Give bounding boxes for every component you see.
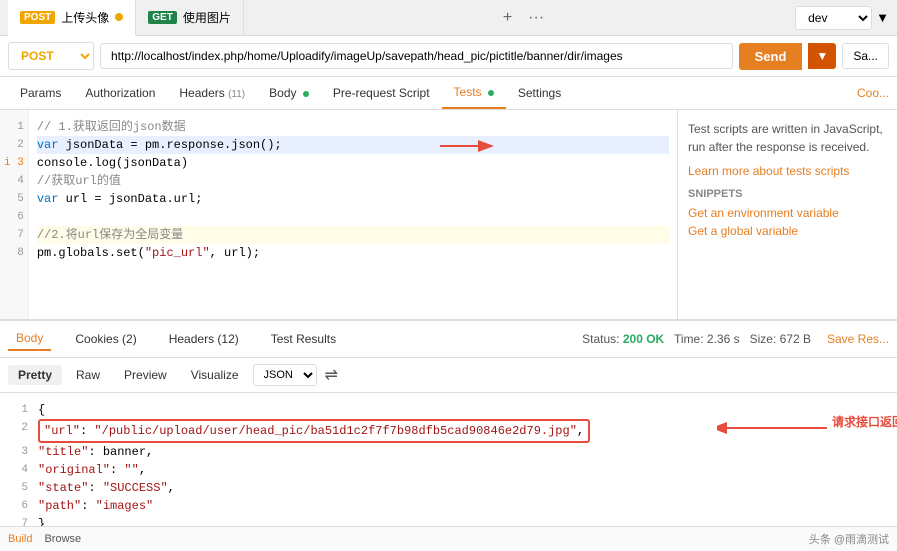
json-content-wrapper: 1{ 2 "url": "/public/upload/user/head_pi… bbox=[0, 393, 897, 538]
line-num-5: 5 bbox=[4, 190, 24, 208]
watermark: 头条 @雨滴测试 bbox=[809, 531, 889, 547]
main-content: 1 2 i 3 4 5 6 7 8 // 1.获取返回的json数据 var j… bbox=[0, 110, 897, 320]
line-num-2: 2 bbox=[4, 136, 24, 154]
save-button[interactable]: Sa... bbox=[842, 43, 889, 69]
code-line-4: //获取url的值 bbox=[37, 172, 669, 190]
response-size: 672 B bbox=[780, 332, 811, 346]
line-num-6: 6 bbox=[4, 208, 24, 226]
app-container: POST 上传头像 GET 使用图片 + ··· dev prod stagin… bbox=[0, 0, 897, 551]
annotation-container: 请求接口返回的数据 bbox=[717, 413, 837, 446]
url-input[interactable] bbox=[100, 43, 733, 69]
response-time: 2.36 s bbox=[707, 332, 740, 346]
method-badge-post: POST bbox=[20, 11, 55, 24]
code-line-5: var url = jsonData.url; bbox=[37, 190, 669, 208]
resp-tab-test-results[interactable]: Test Results bbox=[263, 328, 344, 350]
tab-settings[interactable]: Settings bbox=[506, 78, 573, 108]
line-num-7: 7 bbox=[4, 226, 24, 244]
line-num-8: 8 bbox=[4, 244, 24, 262]
env-select[interactable]: dev prod staging bbox=[795, 6, 872, 30]
method-badge-get: GET bbox=[148, 11, 177, 24]
code-line-2: var jsonData = pm.response.json(); bbox=[37, 136, 669, 154]
learn-more-link[interactable]: Learn more about tests scripts bbox=[688, 164, 849, 178]
cookies-link[interactable]: Coo... bbox=[857, 86, 889, 100]
format-tabs: Pretty Raw Preview Visualize JSON XML HT… bbox=[0, 358, 897, 393]
json-line-5: 5 "state": "SUCCESS", bbox=[8, 479, 889, 497]
response-section: Body Cookies (2) Headers (12) Test Resul… bbox=[0, 320, 897, 538]
response-header: Body Cookies (2) Headers (12) Test Resul… bbox=[0, 321, 897, 358]
fmt-tab-preview[interactable]: Preview bbox=[114, 365, 177, 385]
line-num-1: 1 bbox=[4, 118, 24, 136]
snippet-env-var[interactable]: Get an environment variable bbox=[688, 206, 887, 220]
tab-body[interactable]: Body bbox=[257, 78, 321, 108]
env-chevron-icon: ▼ bbox=[876, 10, 889, 25]
send-dropdown-button[interactable]: ▼ bbox=[808, 43, 836, 69]
fmt-tab-pretty[interactable]: Pretty bbox=[8, 365, 62, 385]
line-num-3: i 3 bbox=[4, 154, 24, 172]
method-select[interactable]: POST GET PUT DELETE bbox=[8, 42, 94, 70]
right-panel-description: Test scripts are written in JavaScript, … bbox=[688, 120, 887, 156]
tab-image[interactable]: GET 使用图片 bbox=[136, 0, 244, 36]
json-line-4: 4 "original": "", bbox=[8, 461, 889, 479]
json-line-6: 6 "path": "images" bbox=[8, 497, 889, 515]
tab-actions: + ··· bbox=[495, 9, 544, 27]
status-ok: 200 OK bbox=[623, 332, 664, 346]
tab-modified-dot bbox=[115, 13, 123, 21]
save-response-button[interactable]: Save Res... bbox=[827, 332, 889, 346]
line-numbers: 1 2 i 3 4 5 6 7 8 bbox=[0, 110, 29, 319]
url-bar: POST GET PUT DELETE Send ▼ Sa... bbox=[0, 36, 897, 77]
right-panel: Test scripts are written in JavaScript, … bbox=[677, 110, 897, 319]
code-content[interactable]: // 1.获取返回的json数据 var jsonData = pm.respo… bbox=[29, 110, 677, 319]
fmt-tab-raw[interactable]: Raw bbox=[66, 365, 110, 385]
tab-authorization[interactable]: Authorization bbox=[73, 78, 167, 108]
resp-tab-headers[interactable]: Headers (12) bbox=[161, 328, 247, 350]
code-line-8: pm.globals.set("pic_url", url); bbox=[37, 244, 669, 262]
resp-tab-body[interactable]: Body bbox=[8, 327, 51, 351]
fmt-tab-visualize[interactable]: Visualize bbox=[181, 365, 249, 385]
tab-bar: POST 上传头像 GET 使用图片 + ··· dev prod stagin… bbox=[0, 0, 897, 36]
tab-pre-request[interactable]: Pre-request Script bbox=[321, 78, 442, 108]
bottom-bar: Build Browse 头条 @雨滴测试 bbox=[0, 526, 897, 551]
tab-tests[interactable]: Tests bbox=[442, 77, 506, 109]
tab-upload[interactable]: POST 上传头像 bbox=[8, 0, 136, 36]
response-status: Status: 200 OK Time: 2.36 s Size: 672 B bbox=[582, 332, 811, 346]
code-line-1: // 1.获取返回的json数据 bbox=[37, 118, 669, 136]
wrap-icon[interactable]: ⇌ bbox=[325, 365, 338, 385]
code-line-6 bbox=[37, 208, 669, 226]
env-dropdown: dev prod staging ▼ bbox=[795, 6, 889, 30]
tab-headers[interactable]: Headers (11) bbox=[167, 78, 257, 108]
browse-link[interactable]: Browse bbox=[44, 533, 81, 545]
tab-upload-label: 上传头像 bbox=[61, 9, 109, 26]
new-tab-button[interactable]: + bbox=[495, 9, 520, 27]
format-select[interactable]: JSON XML HTML bbox=[253, 364, 317, 386]
more-tabs-button[interactable]: ··· bbox=[528, 9, 544, 27]
code-line-3: console.log(jsonData) bbox=[37, 154, 669, 172]
send-button[interactable]: Send bbox=[739, 43, 803, 70]
tab-image-label: 使用图片 bbox=[183, 9, 231, 26]
snippets-title: SNIPPETS bbox=[688, 188, 887, 200]
code-lines-container: 1 2 i 3 4 5 6 7 8 // 1.获取返回的json数据 var j… bbox=[0, 110, 677, 319]
snippet-global-var[interactable]: Get a global variable bbox=[688, 224, 887, 238]
request-tabs: Params Authorization Headers (11) Body P… bbox=[0, 77, 897, 110]
line-num-4: 4 bbox=[4, 172, 24, 190]
annotation-text: 请求接口返回的数据 bbox=[832, 413, 897, 430]
code-line-7: //2.将url保存为全局变量 bbox=[37, 226, 669, 244]
tab-params[interactable]: Params bbox=[8, 78, 73, 108]
resp-tab-cookies[interactable]: Cookies (2) bbox=[67, 328, 144, 350]
build-link[interactable]: Build bbox=[8, 533, 32, 545]
code-editor: 1 2 i 3 4 5 6 7 8 // 1.获取返回的json数据 var j… bbox=[0, 110, 677, 319]
annotation-arrow-svg bbox=[717, 413, 837, 443]
